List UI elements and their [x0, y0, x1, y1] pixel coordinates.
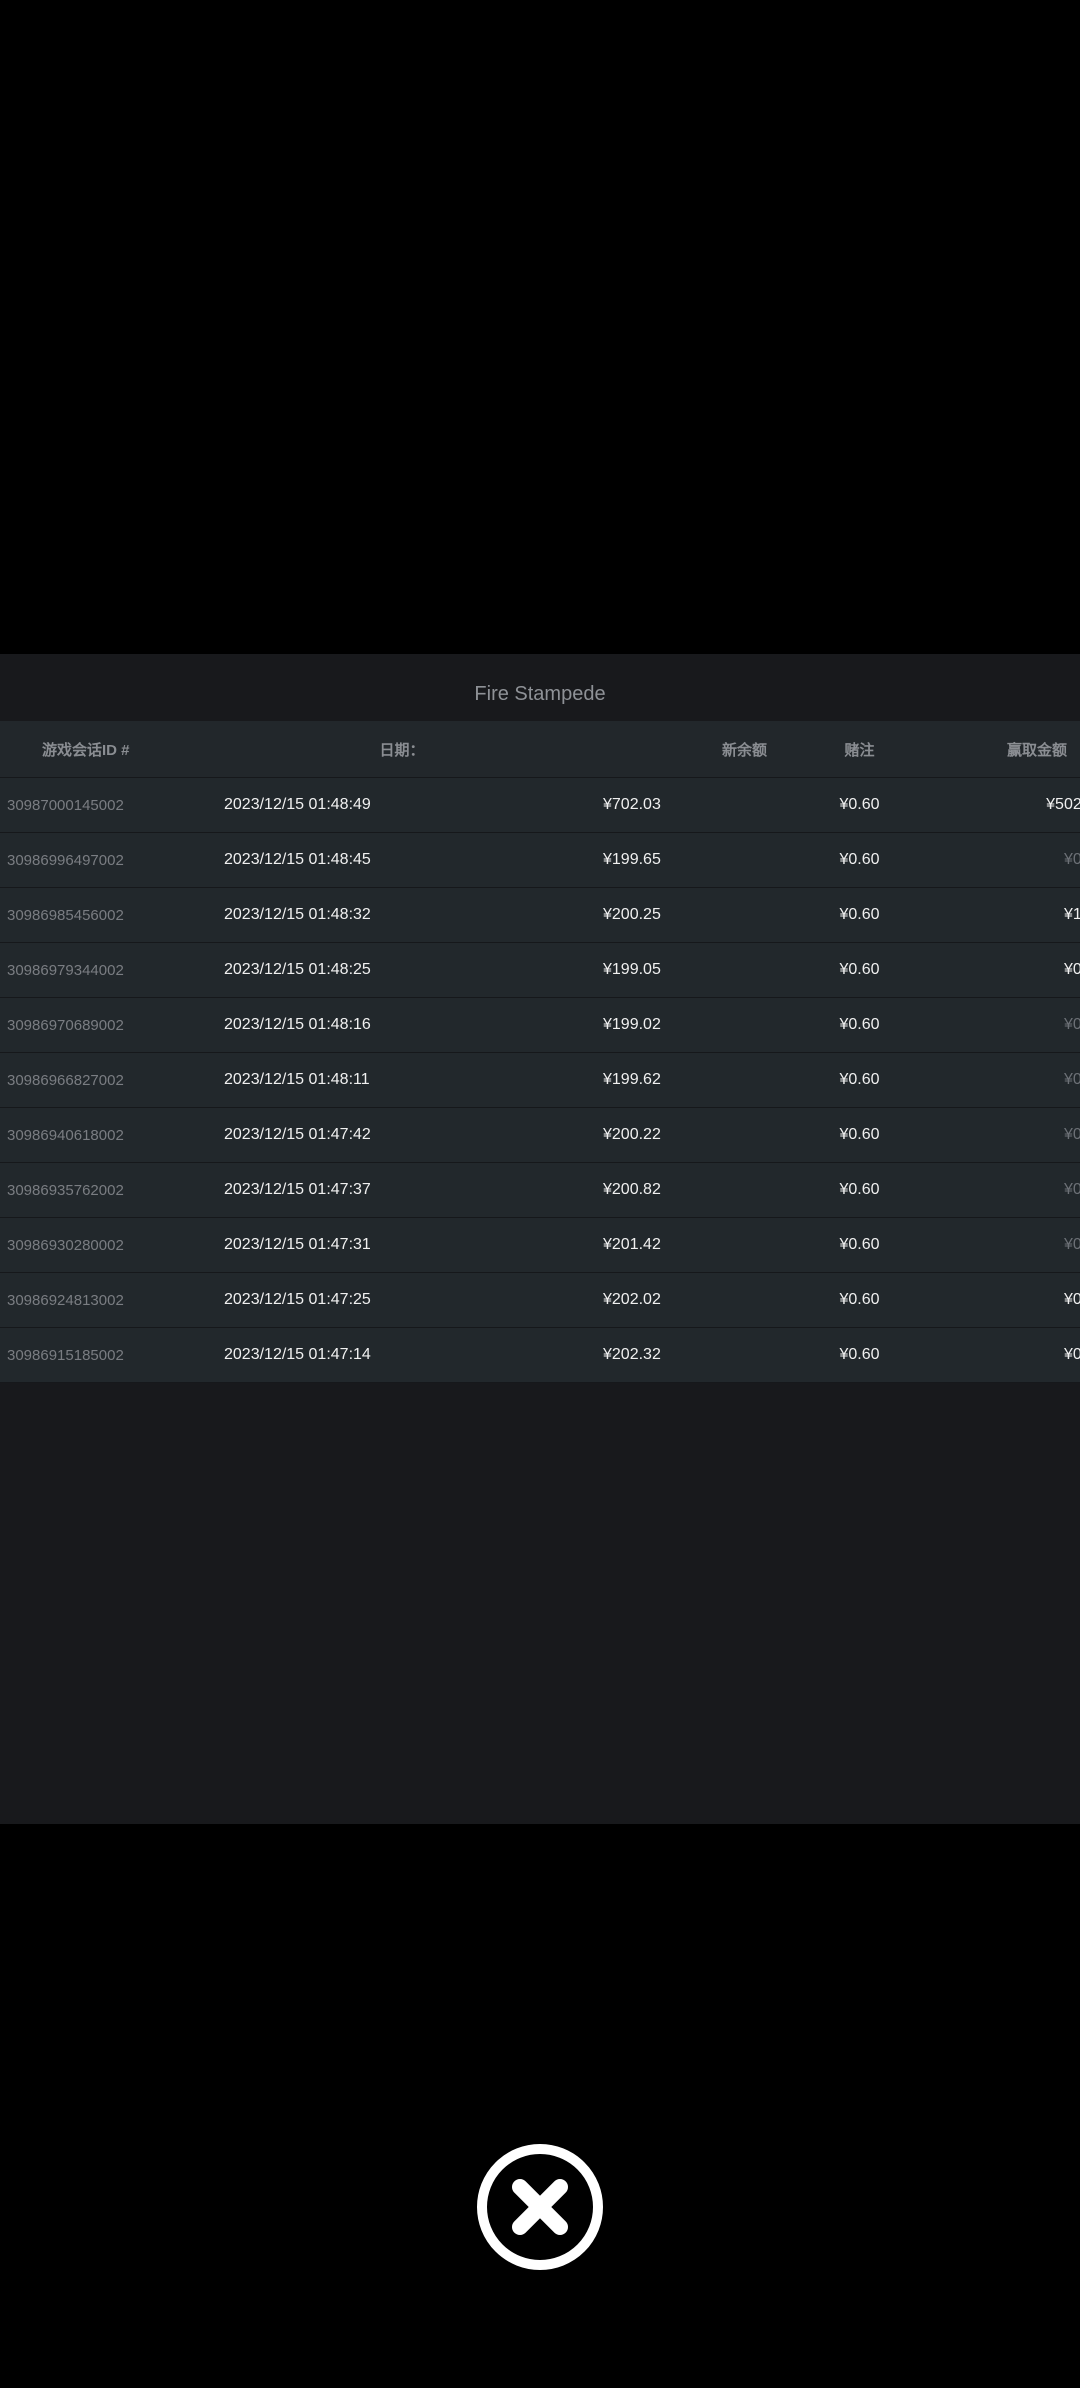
cell-new-balance: ¥200.22	[592, 1107, 767, 1163]
header-new-balance: 新余额	[592, 721, 767, 778]
cell-bet: ¥0.60	[767, 1327, 952, 1383]
cell-new-balance: ¥199.65	[592, 832, 767, 888]
cell-session-id: 30986979344002	[0, 942, 212, 998]
cell-new-balance: ¥200.25	[592, 887, 767, 943]
cell-win: ¥0.00	[952, 1107, 1080, 1163]
cell-date: 2023/12/15 01:47:37	[212, 1162, 592, 1218]
cell-new-balance: ¥199.62	[592, 1052, 767, 1108]
cell-date: 2023/12/15 01:48:32	[212, 887, 592, 943]
cell-bet: ¥0.60	[767, 832, 952, 888]
cell-session-id: 30986940618002	[0, 1107, 212, 1163]
cell-win: ¥0.00	[952, 1217, 1080, 1273]
cell-bet: ¥0.60	[767, 1052, 952, 1108]
cell-date: 2023/12/15 01:47:31	[212, 1217, 592, 1273]
cell-session-id: 30986930280002	[0, 1217, 212, 1273]
cell-bet: ¥0.60	[767, 1272, 952, 1328]
cell-new-balance: ¥702.03	[592, 777, 767, 833]
cell-win: ¥0.00	[952, 1162, 1080, 1218]
cell-date: 2023/12/15 01:47:42	[212, 1107, 592, 1163]
cell-date: 2023/12/15 01:47:14	[212, 1327, 592, 1383]
cell-session-id: 30986996497002	[0, 832, 212, 888]
table-row[interactable]: 30986996497002 2023/12/15 01:48:45 ¥199.…	[0, 832, 1080, 888]
header-date: 日期：	[212, 721, 592, 778]
cell-new-balance: ¥199.02	[592, 997, 767, 1053]
panel-title: Fire Stampede	[474, 683, 606, 705]
cell-bet: ¥0.60	[767, 1217, 952, 1273]
table-row[interactable]: 30986985456002 2023/12/15 01:48:32 ¥200.…	[0, 887, 1080, 943]
header-bet: 赌注	[767, 721, 952, 778]
table-row[interactable]: 30986966827002 2023/12/15 01:48:11 ¥199.…	[0, 1052, 1080, 1108]
cell-win: ¥0.00	[952, 832, 1080, 888]
cell-session-id: 30986924813002	[0, 1272, 212, 1328]
cell-bet: ¥0.60	[767, 997, 952, 1053]
history-table: 游戏会话ID # 日期： 新余额 赌注 赢取金额 30987000145002 …	[0, 721, 1080, 1383]
cell-new-balance: ¥202.32	[592, 1327, 767, 1383]
cell-session-id: 30986970689002	[0, 997, 212, 1053]
history-panel: Fire Stampede 游戏会话ID # 日期： 新余额 赌注 赢取金额 3…	[0, 654, 1080, 1824]
cell-session-id: 30986985456002	[0, 887, 212, 943]
table-row[interactable]: 30987000145002 2023/12/15 01:48:49 ¥702.…	[0, 777, 1080, 833]
close-button[interactable]	[475, 2142, 605, 2272]
cell-session-id: 30987000145002	[0, 777, 212, 833]
cell-session-id: 30986966827002	[0, 1052, 212, 1108]
cell-session-id: 30986915185002	[0, 1327, 212, 1383]
cell-bet: ¥0.60	[767, 777, 952, 833]
cell-new-balance: ¥202.02	[592, 1272, 767, 1328]
cell-session-id: 30986935762002	[0, 1162, 212, 1218]
cell-win: ¥0.84	[952, 1327, 1080, 1383]
header-win: 赢取金额	[952, 721, 1080, 778]
cell-win: ¥502.98	[952, 777, 1080, 833]
header-session-id: 游戏会话ID #	[0, 721, 212, 778]
cell-win: ¥0.63	[952, 942, 1080, 998]
cell-win: ¥0.00	[952, 997, 1080, 1053]
table-row[interactable]: 30986924813002 2023/12/15 01:47:25 ¥202.…	[0, 1272, 1080, 1328]
cell-date: 2023/12/15 01:48:11	[212, 1052, 592, 1108]
cell-bet: ¥0.60	[767, 887, 952, 943]
cell-new-balance: ¥199.05	[592, 942, 767, 998]
table-row[interactable]: 30986970689002 2023/12/15 01:48:16 ¥199.…	[0, 997, 1080, 1053]
cell-date: 2023/12/15 01:48:25	[212, 942, 592, 998]
cell-win: ¥1.80	[952, 887, 1080, 943]
cell-new-balance: ¥200.82	[592, 1162, 767, 1218]
cell-date: 2023/12/15 01:48:45	[212, 832, 592, 888]
cell-date: 2023/12/15 01:47:25	[212, 1272, 592, 1328]
table-header-row: 游戏会话ID # 日期： 新余额 赌注 赢取金额	[0, 721, 1080, 778]
table-row[interactable]: 30986940618002 2023/12/15 01:47:42 ¥200.…	[0, 1107, 1080, 1163]
cell-win: ¥0.00	[952, 1052, 1080, 1108]
table-row[interactable]: 30986979344002 2023/12/15 01:48:25 ¥199.…	[0, 942, 1080, 998]
cell-win: ¥0.30	[952, 1272, 1080, 1328]
cell-new-balance: ¥201.42	[592, 1217, 767, 1273]
cell-date: 2023/12/15 01:48:16	[212, 997, 592, 1053]
table-row[interactable]: 30986935762002 2023/12/15 01:47:37 ¥200.…	[0, 1162, 1080, 1218]
table-row[interactable]: 30986915185002 2023/12/15 01:47:14 ¥202.…	[0, 1327, 1080, 1383]
close-icon	[477, 2144, 603, 2270]
cell-bet: ¥0.60	[767, 1162, 952, 1218]
table-row[interactable]: 30986930280002 2023/12/15 01:47:31 ¥201.…	[0, 1217, 1080, 1273]
cell-bet: ¥0.60	[767, 942, 952, 998]
cell-date: 2023/12/15 01:48:49	[212, 777, 592, 833]
cell-bet: ¥0.60	[767, 1107, 952, 1163]
